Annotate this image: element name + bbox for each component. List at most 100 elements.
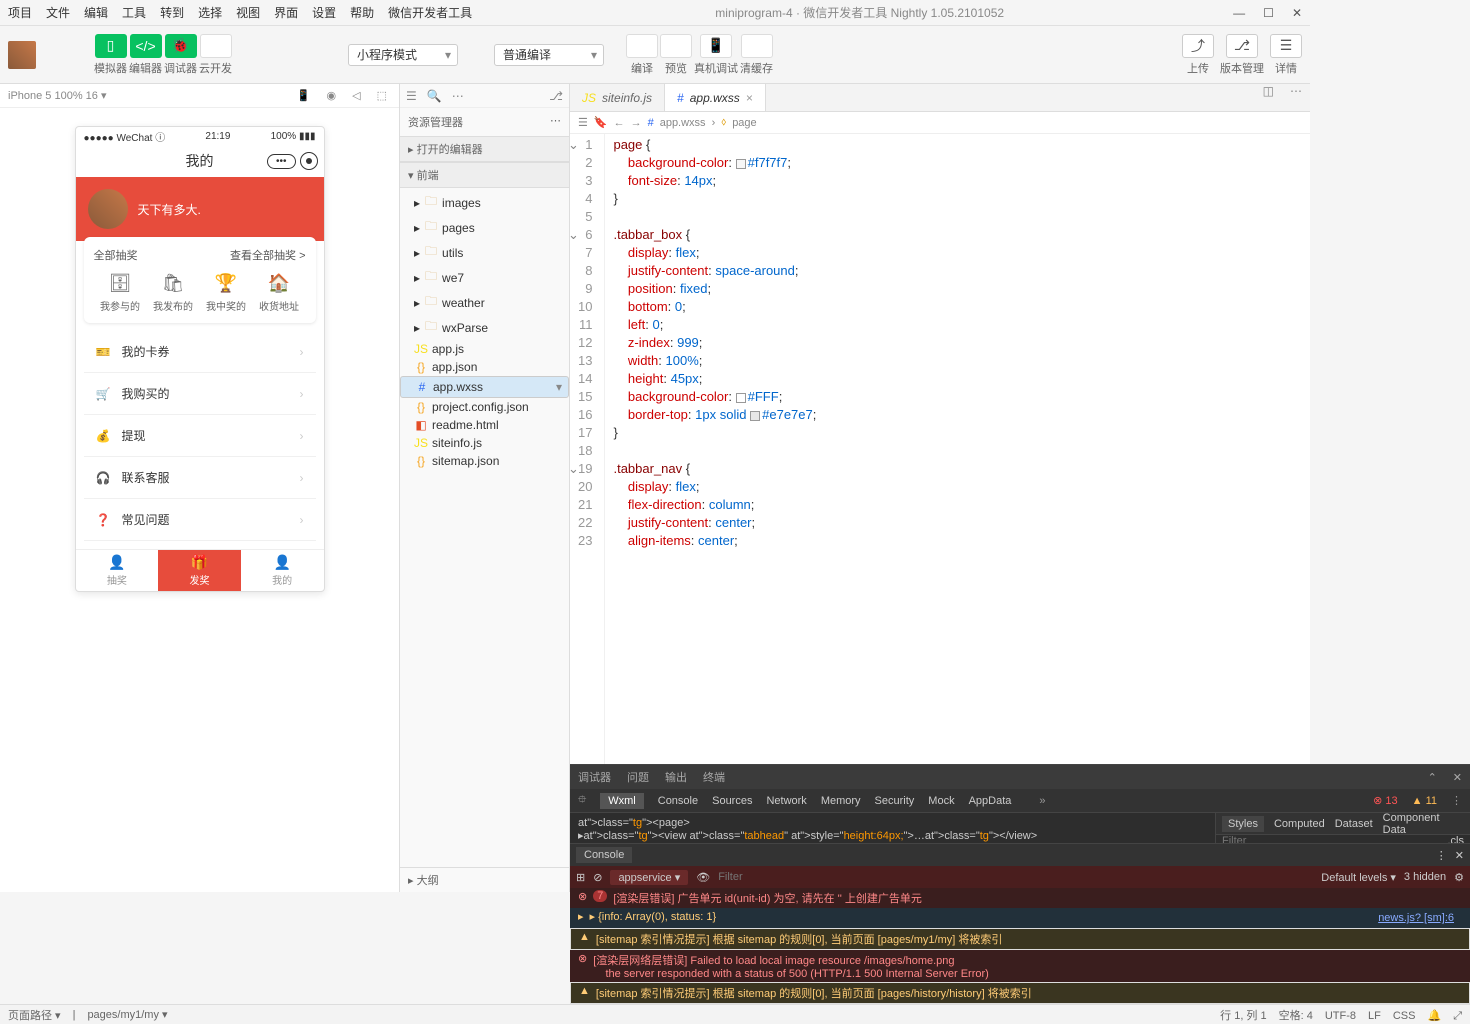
- devtop-AppData[interactable]: AppData: [969, 795, 1012, 807]
- collapse-icon[interactable]: ⌃: [1428, 771, 1437, 784]
- folder-utils[interactable]: ▸ 🗀 utils: [400, 240, 569, 265]
- toolbar-真机调试[interactable]: 📱真机调试: [694, 34, 738, 76]
- tab-appwxss[interactable]: #app.wxss×: [665, 84, 766, 111]
- toolbar-清缓存[interactable]: 🗑清缓存: [740, 34, 773, 76]
- tab-发奖[interactable]: 🎁发奖: [158, 550, 241, 591]
- devtab-输出[interactable]: 输出: [665, 769, 687, 785]
- mode-select[interactable]: 小程序模式: [348, 44, 458, 66]
- split-icon[interactable]: ◫: [1255, 84, 1282, 111]
- file-app.js[interactable]: JS app.js: [400, 340, 569, 358]
- more-icon[interactable]: ⋯: [452, 89, 464, 103]
- toolbar-详情[interactable]: ☰详情: [1270, 34, 1302, 76]
- folder-images[interactable]: ▸ 🗀 images: [400, 190, 569, 215]
- git-icon[interactable]: ⎇: [549, 89, 563, 103]
- list-常见问题[interactable]: ❓常见问题›: [84, 499, 316, 541]
- open-editors-section[interactable]: ▸ 打开的编辑器: [400, 136, 569, 162]
- tab-siteinfo[interactable]: JSsiteinfo.js: [570, 84, 665, 111]
- devtab-问题[interactable]: 问题: [627, 769, 649, 785]
- file-app.json[interactable]: {} app.json: [400, 358, 569, 376]
- list-我购买的[interactable]: 🛒我购买的›: [84, 373, 316, 415]
- console-toggle-icon[interactable]: ⊞: [576, 871, 585, 884]
- eye-icon[interactable]: 👁: [696, 871, 710, 884]
- menu-设置[interactable]: 设置: [312, 6, 336, 20]
- menu-微信开发者工具[interactable]: 微信开发者工具: [388, 6, 472, 20]
- devtop-Network[interactable]: Network: [766, 795, 806, 807]
- user-avatar[interactable]: [88, 189, 128, 229]
- menu-帮助[interactable]: 帮助: [350, 6, 374, 20]
- devtop-Wxml[interactable]: Wxml: [600, 793, 644, 809]
- path-label[interactable]: 页面路径 ▾: [8, 1007, 61, 1023]
- devtab-调试器[interactable]: 调试器: [578, 769, 611, 785]
- bookmark-icon[interactable]: 🔖: [594, 116, 608, 129]
- file-siteinfo.js[interactable]: JS siteinfo.js: [400, 434, 569, 452]
- styletab-Component Data[interactable]: Component Data: [1383, 812, 1464, 836]
- menu-文件[interactable]: 文件: [46, 6, 70, 20]
- list-联系客服[interactable]: 🎧联系客服›: [84, 457, 316, 499]
- devtop-Sources[interactable]: Sources: [712, 795, 752, 807]
- toolbar-模拟器[interactable]: ▯模拟器: [94, 34, 127, 76]
- file-readme.html[interactable]: ◧ readme.html: [400, 416, 569, 434]
- menu-icon[interactable]: •••: [267, 154, 296, 169]
- file-app.wxss[interactable]: # app.wxss: [400, 376, 569, 398]
- grid-我发布的[interactable]: 🛍我发布的: [153, 273, 193, 313]
- file-sitemap.json[interactable]: {} sitemap.json: [400, 452, 569, 470]
- toolbar-版本管理[interactable]: ⎇版本管理: [1220, 34, 1264, 76]
- levels-select[interactable]: Default levels ▾: [1321, 871, 1396, 884]
- menu-选择[interactable]: 选择: [198, 6, 222, 20]
- record-icon[interactable]: ◉: [323, 89, 341, 102]
- nav-fwd-icon[interactable]: →: [631, 117, 642, 129]
- devtop-Mock[interactable]: Mock: [928, 795, 954, 807]
- back-icon[interactable]: ◁: [348, 89, 364, 102]
- tab-抽奖[interactable]: 👤抽奖: [76, 550, 159, 591]
- toolbar-上传[interactable]: ⤴上传: [1182, 34, 1214, 76]
- error-badge[interactable]: ⊗ 13: [1373, 794, 1398, 807]
- search-icon[interactable]: 🔍: [427, 89, 442, 103]
- devtop-Console[interactable]: Console: [658, 795, 698, 807]
- inspect-icon[interactable]: ⯐: [578, 791, 586, 810]
- minimize-icon[interactable]: —: [1233, 6, 1245, 20]
- warning-badge[interactable]: ▲ 11: [1412, 795, 1437, 807]
- home-icon[interactable]: ⬚: [373, 89, 391, 102]
- list-提现[interactable]: 💰提现›: [84, 415, 316, 457]
- toolbar-预览[interactable]: 👁预览: [660, 34, 692, 76]
- clear-console-icon[interactable]: ⊘: [593, 871, 602, 884]
- devtab-终端[interactable]: 终端: [703, 769, 725, 785]
- device-select[interactable]: iPhone 5 100% 16 ▾: [8, 89, 106, 102]
- close-tab-icon[interactable]: ×: [746, 91, 753, 105]
- grid-收货地址[interactable]: 🏠收货地址: [259, 273, 299, 313]
- toolbar-编辑器[interactable]: </>编辑器: [129, 34, 162, 76]
- menu-转到[interactable]: 转到: [160, 6, 184, 20]
- grid-我参与的[interactable]: 🗄我参与的: [100, 273, 140, 313]
- page-path[interactable]: pages/my1/my ▾: [87, 1008, 167, 1021]
- tab-我的[interactable]: 👤我的: [241, 550, 324, 591]
- close-icon[interactable]: ✕: [1292, 6, 1302, 20]
- console-filter-input[interactable]: [718, 871, 1313, 883]
- list-我的卡券[interactable]: 🎫我的卡券›: [84, 331, 316, 373]
- rotate-icon[interactable]: 📱: [293, 89, 315, 102]
- folder-weather[interactable]: ▸ 🗀 weather: [400, 290, 569, 315]
- devtop-Security[interactable]: Security: [875, 795, 915, 807]
- toolbar-调试器[interactable]: 🐞调试器: [164, 34, 197, 76]
- file-project.config.json[interactable]: {} project.config.json: [400, 398, 569, 416]
- wxml-tree[interactable]: at">class="tg"><page>▸at">class="tg"><vi…: [570, 813, 1215, 843]
- devtop-Memory[interactable]: Memory: [821, 795, 861, 807]
- compile-select[interactable]: 普通编译: [494, 44, 604, 66]
- toolbar-云开发[interactable]: ∞云开发: [199, 34, 232, 76]
- menu-视图[interactable]: 视图: [236, 6, 260, 20]
- close-devtools-icon[interactable]: ✕: [1453, 771, 1462, 784]
- view-all-link[interactable]: 查看全部抽奖 >: [230, 247, 305, 263]
- toc-icon[interactable]: ☰: [578, 116, 588, 129]
- folder-we7[interactable]: ▸ 🗀 we7: [400, 265, 569, 290]
- styletab-Dataset[interactable]: Dataset: [1335, 818, 1373, 830]
- menu-编辑[interactable]: 编辑: [84, 6, 108, 20]
- grid-我中奖的[interactable]: 🏆我中奖的: [206, 273, 246, 313]
- console-more-icon[interactable]: ⋮: [1436, 849, 1447, 862]
- nav-back-icon[interactable]: ←: [614, 117, 625, 129]
- outline-section[interactable]: ▸ 大纲: [400, 867, 569, 892]
- context-select[interactable]: appservice ▾: [610, 870, 688, 885]
- styletab-Computed[interactable]: Computed: [1274, 818, 1325, 830]
- folder-pages[interactable]: ▸ 🗀 pages: [400, 215, 569, 240]
- maximize-icon[interactable]: ☐: [1263, 6, 1274, 20]
- project-section[interactable]: ▾ 前端: [400, 162, 569, 188]
- menu-项目[interactable]: 项目: [8, 6, 32, 20]
